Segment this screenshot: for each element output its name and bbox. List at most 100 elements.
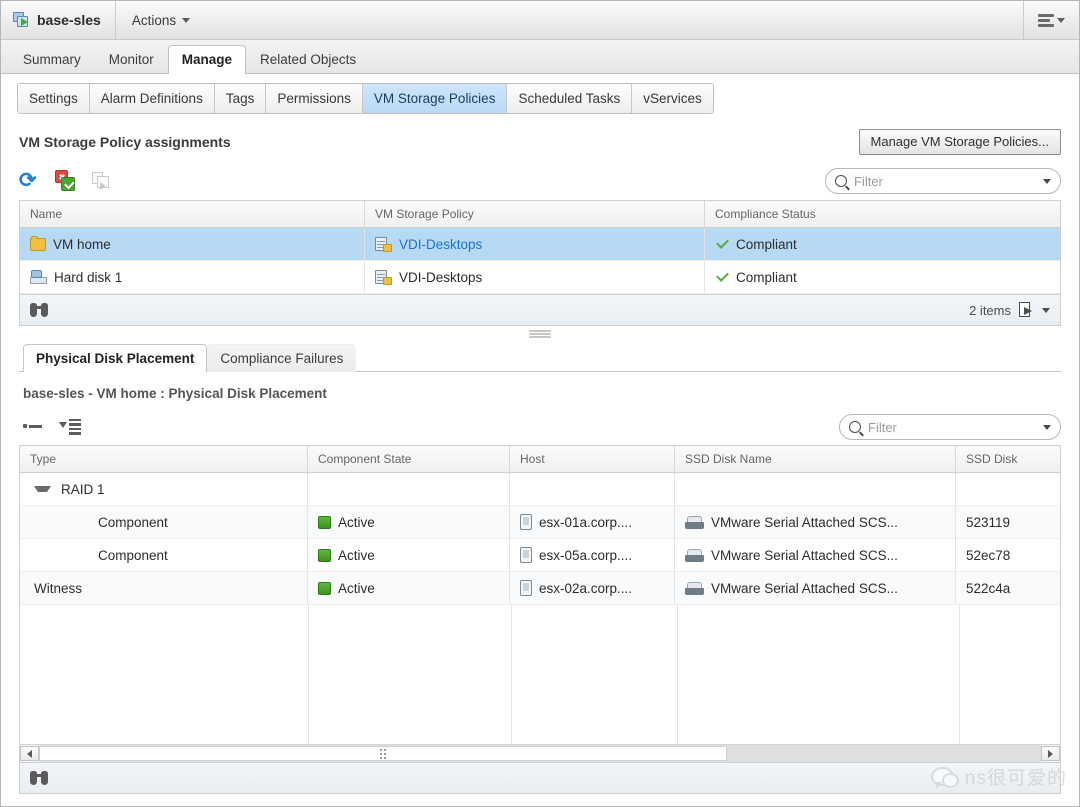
host-name: esx-01a.corp.... bbox=[539, 514, 633, 530]
column-header-name[interactable]: Name bbox=[20, 201, 365, 227]
page-title: VM Storage Policy assignments bbox=[19, 134, 231, 150]
column-header-vm-storage-policy[interactable]: VM Storage Policy bbox=[365, 201, 705, 227]
lower-tab-bar: Physical Disk Placement Compliance Failu… bbox=[19, 342, 1061, 372]
tab-alarm-definitions[interactable]: Alarm Definitions bbox=[89, 83, 215, 113]
chevron-down-icon[interactable] bbox=[1043, 424, 1051, 430]
cell-component-state bbox=[308, 473, 510, 505]
tab-scheduled-tasks[interactable]: Scheduled Tasks bbox=[507, 83, 633, 113]
chevron-down-icon[interactable] bbox=[34, 486, 51, 492]
green-check-icon bbox=[715, 270, 729, 284]
search-icon bbox=[835, 175, 847, 187]
tab-related-objects[interactable]: Related Objects bbox=[246, 45, 370, 74]
table-row[interactable]: RAID 1 bbox=[20, 473, 1060, 506]
vm-storage-policy-assignments-panel: VM Storage Policy assignments Manage VM … bbox=[1, 122, 1079, 326]
refresh-icon[interactable]: ⟳ bbox=[19, 170, 41, 192]
object-header-menu-button[interactable] bbox=[1023, 1, 1079, 39]
tab-label: Permissions bbox=[277, 90, 351, 106]
cell-compliance-status: Compliant bbox=[705, 261, 1060, 293]
tab-label: vServices bbox=[643, 90, 702, 106]
splitter-handle[interactable] bbox=[529, 330, 551, 338]
physical-disk-placement-panel: Physical Disk Placement Compliance Failu… bbox=[1, 342, 1079, 806]
tab-settings[interactable]: Settings bbox=[18, 83, 90, 113]
row-type: Witness bbox=[34, 580, 83, 596]
search-icon bbox=[849, 421, 861, 433]
row-type: Component bbox=[98, 514, 168, 530]
vsphere-client-window: base-sles Actions Summary Monitor Manage… bbox=[0, 0, 1080, 807]
table-row[interactable]: Witness Active esx-02a.corp.... VMware S… bbox=[20, 572, 1060, 605]
cell-ssd-disk-name: VMware Serial Attached SCS... bbox=[675, 539, 956, 571]
object-header-bar: base-sles Actions bbox=[1, 1, 1079, 40]
export-icon[interactable] bbox=[1019, 302, 1034, 318]
filter-placeholder: Filter bbox=[854, 173, 883, 189]
row-name: Hard disk 1 bbox=[54, 269, 123, 285]
object-title: base-sles bbox=[1, 1, 116, 39]
table-row[interactable]: Component Active esx-01a.corp.... VMware… bbox=[20, 506, 1060, 539]
cell-host: esx-02a.corp.... bbox=[510, 572, 675, 604]
assignments-filter-input[interactable]: Filter bbox=[825, 168, 1061, 194]
scroll-thumb[interactable] bbox=[39, 746, 727, 761]
actions-menu[interactable]: Actions bbox=[116, 1, 207, 39]
host-name: esx-02a.corp.... bbox=[539, 580, 633, 596]
ssd-disk-icon bbox=[685, 548, 704, 562]
cell-vm-storage-policy: VDI-Desktops bbox=[365, 228, 705, 260]
collapse-all-icon[interactable] bbox=[23, 420, 43, 434]
grid-empty-space bbox=[20, 605, 1060, 744]
ssd-disk-uuid: 522c4a bbox=[966, 580, 1011, 596]
ssd-disk-uuid: 523119 bbox=[966, 514, 1011, 530]
panel-splitter[interactable] bbox=[1, 326, 1079, 342]
status-text: Compliant bbox=[736, 236, 797, 252]
cell-host bbox=[510, 473, 675, 505]
host-icon bbox=[520, 547, 532, 563]
expand-all-icon[interactable] bbox=[59, 418, 81, 436]
cell-vm-storage-policy: VDI-Desktops bbox=[365, 261, 705, 293]
tab-label: VM Storage Policies bbox=[373, 90, 496, 106]
tab-tags[interactable]: Tags bbox=[214, 83, 267, 113]
scroll-right-icon[interactable] bbox=[1041, 746, 1060, 761]
chevron-down-icon[interactable] bbox=[1043, 178, 1051, 184]
tab-vm-storage-policies[interactable]: VM Storage Policies bbox=[362, 83, 508, 113]
policy-link[interactable]: VDI-Desktops bbox=[399, 237, 482, 252]
row-type: Component bbox=[98, 547, 168, 563]
table-row[interactable]: VM home VDI-Desktops Compliant bbox=[20, 228, 1060, 261]
tab-vservices[interactable]: vServices bbox=[632, 83, 713, 113]
cell-ssd-disk: 523119 bbox=[956, 506, 1060, 538]
ssd-disk-name: VMware Serial Attached SCS... bbox=[711, 580, 898, 596]
binoculars-icon[interactable] bbox=[30, 771, 48, 785]
chevron-down-icon[interactable] bbox=[1042, 307, 1050, 313]
table-row[interactable]: Component Active esx-05a.corp.... VMware… bbox=[20, 539, 1060, 572]
placement-filter-input[interactable]: Filter bbox=[839, 414, 1061, 440]
storage-policy-icon bbox=[375, 236, 392, 252]
tab-summary[interactable]: Summary bbox=[9, 45, 95, 74]
binoculars-icon[interactable] bbox=[30, 303, 48, 317]
check-compliance-icon[interactable] bbox=[55, 170, 77, 192]
tab-monitor[interactable]: Monitor bbox=[95, 45, 168, 74]
cell-component-state: Active bbox=[308, 539, 510, 571]
column-header-type[interactable]: Type bbox=[20, 446, 308, 472]
tab-label: Manage bbox=[181, 52, 233, 67]
manage-vm-storage-policies-button[interactable]: Manage VM Storage Policies... bbox=[858, 129, 1061, 155]
column-header-ssd-disk[interactable]: SSD Disk bbox=[956, 446, 1060, 472]
scroll-left-icon[interactable] bbox=[20, 746, 39, 761]
horizontal-scrollbar[interactable] bbox=[20, 744, 1060, 762]
tab-manage[interactable]: Manage bbox=[167, 45, 247, 74]
column-header-component-state[interactable]: Component State bbox=[308, 446, 510, 472]
column-header-host[interactable]: Host bbox=[510, 446, 675, 472]
tab-compliance-failures[interactable]: Compliance Failures bbox=[207, 344, 357, 372]
tab-permissions[interactable]: Permissions bbox=[266, 83, 363, 113]
ssd-disk-name: VMware Serial Attached SCS... bbox=[711, 547, 898, 563]
ssd-disk-icon bbox=[685, 581, 704, 595]
tab-label: Physical Disk Placement bbox=[36, 351, 195, 366]
cell-component-state: Active bbox=[308, 506, 510, 538]
table-row[interactable]: Hard disk 1 VDI-Desktops Compliant bbox=[20, 261, 1060, 294]
ssd-disk-name: VMware Serial Attached SCS... bbox=[711, 514, 898, 530]
footer-right: 2 items bbox=[969, 302, 1050, 318]
scroll-track[interactable] bbox=[39, 745, 1041, 762]
green-square-icon bbox=[318, 515, 331, 529]
column-header-ssd-disk-name[interactable]: SSD Disk Name bbox=[675, 446, 956, 472]
edit-vm-storage-policies-icon bbox=[91, 170, 113, 192]
actions-label: Actions bbox=[131, 12, 177, 28]
cell-name: VM home bbox=[20, 228, 365, 260]
tab-physical-disk-placement[interactable]: Physical Disk Placement bbox=[23, 344, 208, 372]
column-header-compliance-status[interactable]: Compliance Status bbox=[705, 201, 1060, 227]
placement-toolbar: Filter bbox=[19, 409, 1061, 445]
